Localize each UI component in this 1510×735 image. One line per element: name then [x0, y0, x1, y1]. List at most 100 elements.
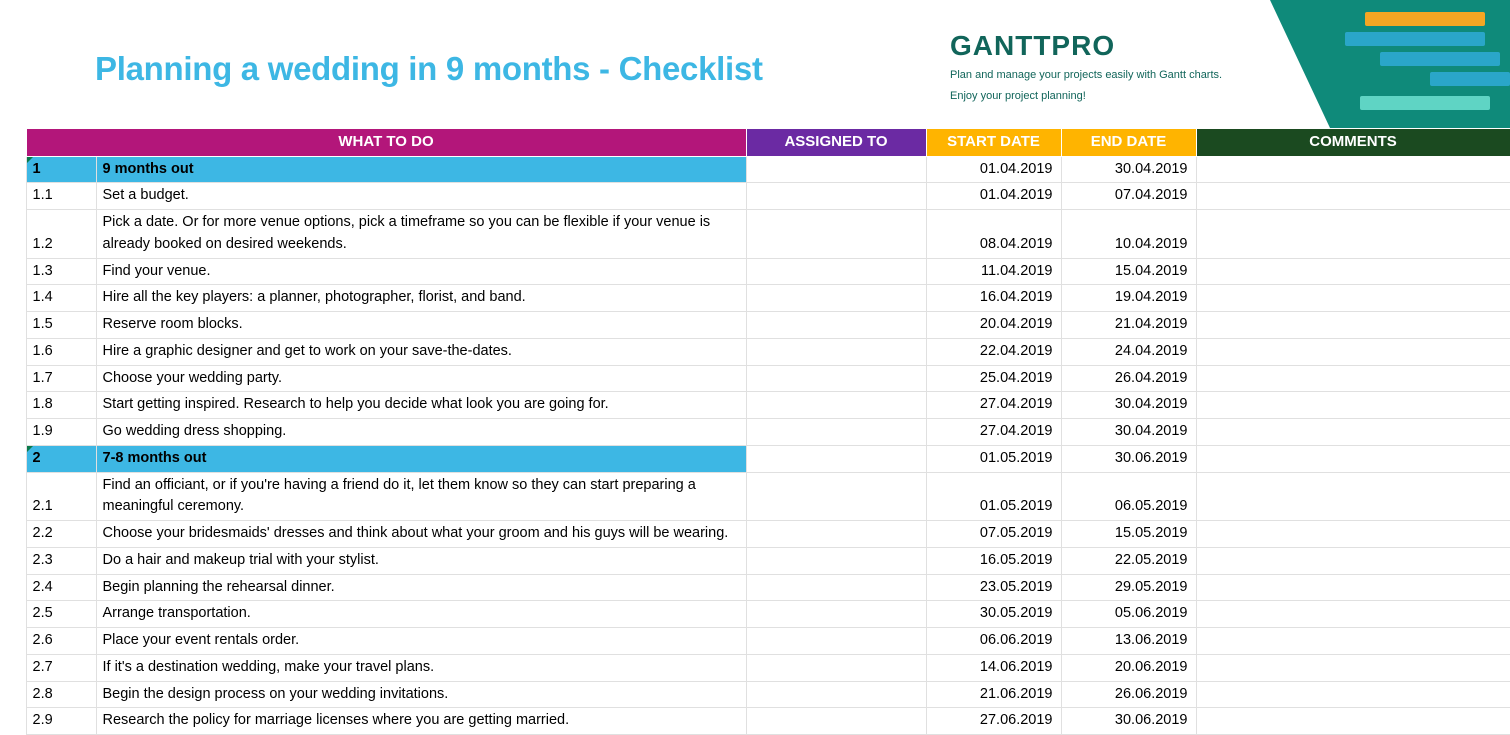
cell-what[interactable]: Start getting inspired. Research to help…: [96, 392, 746, 419]
cell-end[interactable]: 30.04.2019: [1061, 419, 1196, 446]
cell-comments[interactable]: [1196, 547, 1510, 574]
cell-start[interactable]: 27.04.2019: [926, 392, 1061, 419]
cell-start[interactable]: 22.04.2019: [926, 338, 1061, 365]
cell-comments[interactable]: [1196, 285, 1510, 312]
table-row[interactable]: 2.6Place your event rentals order.06.06.…: [16, 628, 1510, 655]
cell-end[interactable]: 30.06.2019: [1061, 708, 1196, 735]
table-row[interactable]: 2.4Begin planning the rehearsal dinner.2…: [16, 574, 1510, 601]
cell-what[interactable]: Begin the design process on your wedding…: [96, 681, 746, 708]
cell-what[interactable]: 7-8 months out: [96, 445, 746, 472]
col-header-what[interactable]: WHAT TO DO: [26, 129, 746, 157]
cell-comments[interactable]: [1196, 574, 1510, 601]
cell-end[interactable]: 30.04.2019: [1061, 392, 1196, 419]
cell-number[interactable]: 1: [26, 156, 96, 183]
cell-assigned[interactable]: [746, 258, 926, 285]
cell-start[interactable]: 06.06.2019: [926, 628, 1061, 655]
cell-assigned[interactable]: [746, 601, 926, 628]
cell-start[interactable]: 27.04.2019: [926, 419, 1061, 446]
cell-start[interactable]: 01.05.2019: [926, 445, 1061, 472]
cell-start[interactable]: 11.04.2019: [926, 258, 1061, 285]
cell-what[interactable]: Hire all the key players: a planner, pho…: [96, 285, 746, 312]
section-row[interactable]: 27-8 months out01.05.201930.06.2019: [16, 445, 1510, 472]
cell-assigned[interactable]: [746, 708, 926, 735]
cell-number[interactable]: 2.5: [26, 601, 96, 628]
table-row[interactable]: 2.1Find an officiant, or if you're havin…: [16, 472, 1510, 521]
cell-assigned[interactable]: [746, 183, 926, 210]
cell-number[interactable]: 1.1: [26, 183, 96, 210]
table-row[interactable]: 1.5Reserve room blocks.20.04.201921.04.2…: [16, 312, 1510, 339]
cell-number[interactable]: 2.9: [26, 708, 96, 735]
cell-what[interactable]: Begin planning the rehearsal dinner.: [96, 574, 746, 601]
cell-comments[interactable]: [1196, 708, 1510, 735]
cell-assigned[interactable]: [746, 681, 926, 708]
cell-end[interactable]: 20.06.2019: [1061, 654, 1196, 681]
cell-start[interactable]: 07.05.2019: [926, 521, 1061, 548]
cell-end[interactable]: 24.04.2019: [1061, 338, 1196, 365]
cell-end[interactable]: 15.05.2019: [1061, 521, 1196, 548]
cell-start[interactable]: 01.04.2019: [926, 156, 1061, 183]
cell-number[interactable]: 1.8: [26, 392, 96, 419]
cell-comments[interactable]: [1196, 258, 1510, 285]
cell-start[interactable]: 01.05.2019: [926, 472, 1061, 521]
cell-end[interactable]: 30.04.2019: [1061, 156, 1196, 183]
cell-end[interactable]: 15.04.2019: [1061, 258, 1196, 285]
cell-end[interactable]: 10.04.2019: [1061, 210, 1196, 259]
cell-comments[interactable]: [1196, 365, 1510, 392]
cell-number[interactable]: 1.4: [26, 285, 96, 312]
cell-assigned[interactable]: [746, 156, 926, 183]
cell-number[interactable]: 1.9: [26, 419, 96, 446]
cell-what[interactable]: Choose your bridesmaids' dresses and thi…: [96, 521, 746, 548]
col-header-assigned[interactable]: ASSIGNED TO: [746, 129, 926, 157]
cell-number[interactable]: 2.8: [26, 681, 96, 708]
cell-start[interactable]: 23.05.2019: [926, 574, 1061, 601]
cell-what[interactable]: Set a budget.: [96, 183, 746, 210]
cell-end[interactable]: 26.06.2019: [1061, 681, 1196, 708]
table-row[interactable]: 2.5Arrange transportation.30.05.201905.0…: [16, 601, 1510, 628]
cell-what[interactable]: Go wedding dress shopping.: [96, 419, 746, 446]
table-row[interactable]: 2.7If it's a destination wedding, make y…: [16, 654, 1510, 681]
table-row[interactable]: 2.2Choose your bridesmaids' dresses and …: [16, 521, 1510, 548]
cell-comments[interactable]: [1196, 628, 1510, 655]
cell-assigned[interactable]: [746, 338, 926, 365]
cell-start[interactable]: 16.04.2019: [926, 285, 1061, 312]
cell-start[interactable]: 14.06.2019: [926, 654, 1061, 681]
table-row[interactable]: 1.3Find your venue.11.04.201915.04.2019: [16, 258, 1510, 285]
cell-number[interactable]: 1.3: [26, 258, 96, 285]
cell-number[interactable]: 2.1: [26, 472, 96, 521]
section-row[interactable]: 19 months out 01.04.201930.04.2019: [16, 156, 1510, 183]
table-row[interactable]: 1.9Go wedding dress shopping. 27.04.20193…: [16, 419, 1510, 446]
cell-comments[interactable]: [1196, 445, 1510, 472]
cell-assigned[interactable]: [746, 628, 926, 655]
col-header-start[interactable]: START DATE: [926, 129, 1061, 157]
cell-end[interactable]: 30.06.2019: [1061, 445, 1196, 472]
col-header-end[interactable]: END DATE: [1061, 129, 1196, 157]
cell-comments[interactable]: [1196, 156, 1510, 183]
table-row[interactable]: 1.6Hire a graphic designer and get to wo…: [16, 338, 1510, 365]
cell-comments[interactable]: [1196, 392, 1510, 419]
cell-what[interactable]: Hire a graphic designer and get to work …: [96, 338, 746, 365]
cell-what[interactable]: Choose your wedding party.: [96, 365, 746, 392]
cell-number[interactable]: 2.2: [26, 521, 96, 548]
cell-assigned[interactable]: [746, 654, 926, 681]
cell-number[interactable]: 1.5: [26, 312, 96, 339]
cell-what[interactable]: 9 months out: [96, 156, 746, 183]
cell-end[interactable]: 29.05.2019: [1061, 574, 1196, 601]
cell-what[interactable]: Arrange transportation.: [96, 601, 746, 628]
cell-comments[interactable]: [1196, 654, 1510, 681]
cell-comments[interactable]: [1196, 601, 1510, 628]
cell-comments[interactable]: [1196, 338, 1510, 365]
cell-assigned[interactable]: [746, 312, 926, 339]
cell-what[interactable]: Place your event rentals order.: [96, 628, 746, 655]
cell-what[interactable]: Pick a date. Or for more venue options, …: [96, 210, 746, 259]
cell-assigned[interactable]: [746, 445, 926, 472]
cell-start[interactable]: 21.06.2019: [926, 681, 1061, 708]
cell-assigned[interactable]: [746, 285, 926, 312]
cell-comments[interactable]: [1196, 312, 1510, 339]
cell-end[interactable]: 21.04.2019: [1061, 312, 1196, 339]
cell-what[interactable]: If it's a destination wedding, make your…: [96, 654, 746, 681]
cell-assigned[interactable]: [746, 419, 926, 446]
table-row[interactable]: 2.9Research the policy for marriage lice…: [16, 708, 1510, 735]
cell-end[interactable]: 13.06.2019: [1061, 628, 1196, 655]
table-row[interactable]: 1.1Set a budget.01.04.201907.04.2019: [16, 183, 1510, 210]
cell-start[interactable]: 16.05.2019: [926, 547, 1061, 574]
